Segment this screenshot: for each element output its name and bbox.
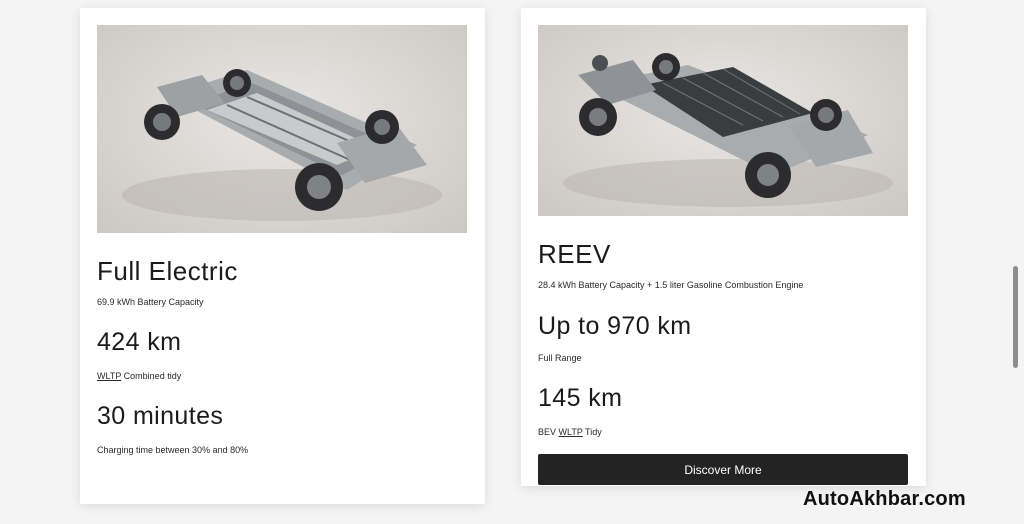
charging-time-value: 30 minutes xyxy=(97,402,224,430)
battery-capacity-text: 69.9 kWh Battery Capacity xyxy=(97,297,204,307)
card-title: Full Electric xyxy=(97,256,238,286)
wltp-link[interactable]: WLTP xyxy=(559,427,583,437)
range-caption-text: Combined tidy xyxy=(121,371,182,381)
bev-range-caption: BEV WLTP Tidy xyxy=(538,427,602,437)
powertrain-text: 28.4 kWh Battery Capacity + 1.5 liter Ga… xyxy=(538,280,804,290)
full-electric-chassis-image xyxy=(97,25,467,233)
discover-more-button[interactable]: Discover More xyxy=(538,454,908,485)
bev-prefix: BEV xyxy=(538,427,559,437)
full-range-caption: Full Range xyxy=(538,353,582,363)
full-electric-card: Full Electric 69.9 kWh Battery Capacity … xyxy=(80,8,485,504)
reev-card: REEV 28.4 kWh Battery Capacity + 1.5 lit… xyxy=(521,8,926,486)
range-caption: WLTP Combined tidy xyxy=(97,371,181,381)
site-watermark: AutoAkhbar.com xyxy=(803,488,966,510)
card-title: REEV xyxy=(538,239,611,269)
page-scrollbar[interactable] xyxy=(1013,266,1018,368)
reev-chassis-image xyxy=(538,25,908,216)
wltp-link[interactable]: WLTP xyxy=(97,371,121,381)
range-value: 424 km xyxy=(97,328,182,356)
full-range-value: Up to 970 km xyxy=(538,312,692,340)
bev-suffix: Tidy xyxy=(582,427,602,437)
bev-range-value: 145 km xyxy=(538,384,623,412)
chassis-illustration xyxy=(122,69,442,221)
charging-time-caption: Charging time between 30% and 80% xyxy=(97,445,249,455)
chassis-illustration xyxy=(563,53,893,207)
